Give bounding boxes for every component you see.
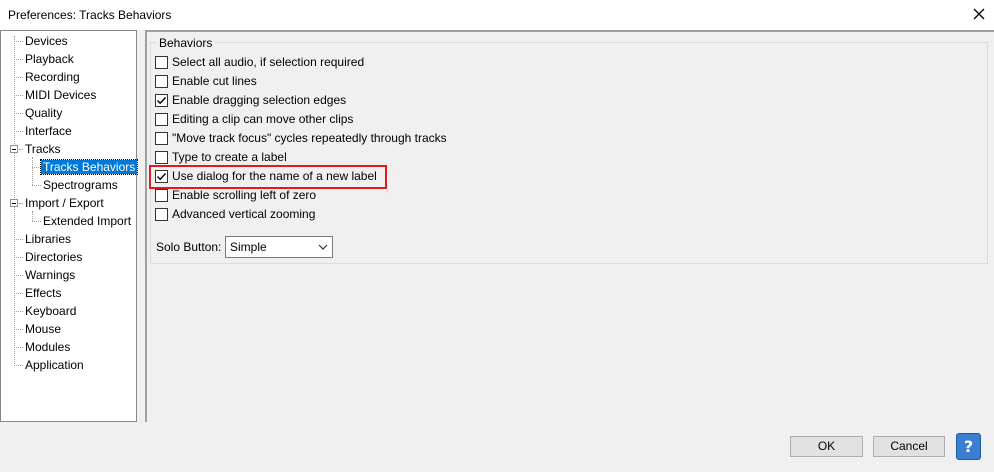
advanced-vertical-zooming-checkbox[interactable]: Advanced vertical zooming — [155, 205, 315, 223]
move-track-focus-checkbox[interactable]: "Move track focus" cycles repeatedly thr… — [155, 129, 447, 147]
enable-dragging-edges-checkbox[interactable]: Enable dragging selection edges — [155, 91, 346, 109]
solo-button-select[interactable]: Simple — [225, 236, 333, 258]
chevron-down-icon — [318, 241, 328, 255]
checkbox-box[interactable] — [155, 207, 168, 221]
tree-item-application[interactable]: Application — [23, 356, 86, 374]
select-all-audio-checkbox[interactable]: Select all audio, if selection required — [155, 53, 364, 71]
tree-item-directories[interactable]: Directories — [23, 248, 84, 266]
tree-item-effects[interactable]: Effects — [23, 284, 63, 302]
cancel-button[interactable]: Cancel — [873, 436, 945, 457]
check-icon — [157, 96, 167, 104]
close-icon — [973, 8, 985, 23]
tree-item-warnings[interactable]: Warnings — [23, 266, 77, 284]
checkbox-box[interactable] — [155, 74, 168, 88]
tree-item-keyboard[interactable]: Keyboard — [23, 302, 78, 320]
solo-button-label: Solo Button: — [156, 240, 222, 254]
enable-scrolling-left-checkbox[interactable]: Enable scrolling left of zero — [155, 186, 316, 204]
help-button[interactable]: ? — [956, 433, 981, 460]
ok-button[interactable]: OK — [790, 436, 863, 457]
type-to-create-label-checkbox[interactable]: Type to create a label — [155, 148, 287, 166]
tree-item-extended-import[interactable]: Extended Import — [41, 212, 133, 230]
enable-cut-lines-checkbox[interactable]: Enable cut lines — [155, 72, 257, 90]
behaviors-group-title: Behaviors — [156, 36, 216, 50]
checkbox-box[interactable] — [155, 93, 168, 107]
tree-item-recording[interactable]: Recording — [23, 68, 82, 86]
window-title: Preferences: Tracks Behaviors — [8, 8, 172, 22]
checkbox-box[interactable] — [155, 188, 168, 202]
help-icon: ? — [963, 437, 974, 456]
tree-item-modules[interactable]: Modules — [23, 338, 72, 356]
checkbox-box[interactable] — [155, 112, 168, 126]
title-bar: Preferences: Tracks Behaviors — [0, 0, 994, 30]
tree-item-devices[interactable]: Devices — [23, 32, 70, 50]
category-tree[interactable]: Devices Playback Recording MIDI Devices … — [0, 30, 139, 422]
solo-button-value: Simple — [230, 240, 267, 254]
checkbox-box[interactable] — [155, 55, 168, 69]
tree-item-midi-devices[interactable]: MIDI Devices — [23, 86, 98, 104]
checkbox-box[interactable] — [155, 131, 168, 145]
tree-item-playback[interactable]: Playback — [23, 50, 76, 68]
tree-item-import-export[interactable]: Import / Export — [23, 194, 106, 212]
checkbox-box[interactable] — [155, 150, 168, 164]
tree-item-spectrograms[interactable]: Spectrograms — [41, 176, 120, 194]
editing-clip-moves-checkbox[interactable]: Editing a clip can move other clips — [155, 110, 353, 128]
close-button[interactable] — [964, 0, 994, 30]
tree-item-tracks-behaviors[interactable]: Tracks Behaviors — [39, 158, 139, 176]
tree-item-tracks[interactable]: Tracks — [23, 140, 63, 158]
tree-item-quality[interactable]: Quality — [23, 104, 64, 122]
tree-item-libraries[interactable]: Libraries — [23, 230, 73, 248]
collapse-tracks-icon[interactable] — [10, 145, 18, 153]
collapse-import-export-icon[interactable] — [10, 199, 18, 207]
tree-item-mouse[interactable]: Mouse — [23, 320, 63, 338]
tree-item-interface[interactable]: Interface — [23, 122, 74, 140]
